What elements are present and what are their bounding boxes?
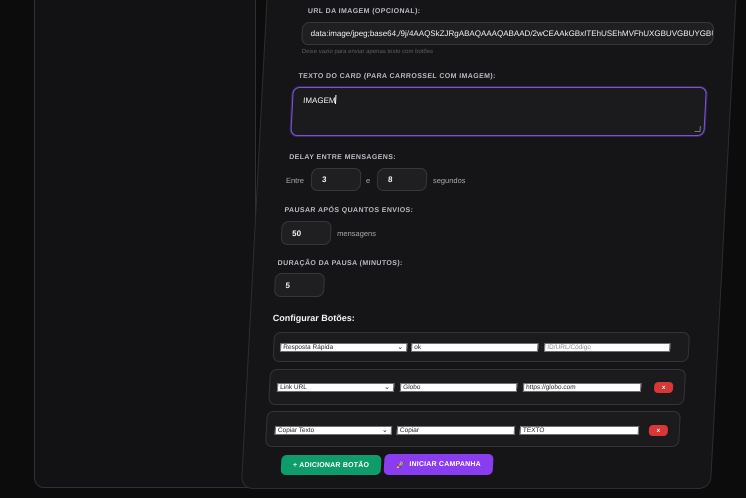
- text-caret: [335, 95, 337, 104]
- button-type-value: Copiar Texto: [277, 427, 315, 434]
- image-url-input[interactable]: data:image/jpeg;base64,/9j/4AAQSkZJRgABA…: [301, 22, 715, 45]
- button-config-row: Link URL ⌄ Globo https://globo.com x: [268, 369, 687, 405]
- button-text-input[interactable]: ok: [410, 343, 539, 352]
- delay-label: DELAY ENTRE MENSAGENS:: [288, 154, 397, 161]
- pause-duration-label: DURAÇÃO DA PAUSA (MINUTOS):: [277, 260, 403, 267]
- side-panel: [34, 0, 256, 488]
- remove-button[interactable]: x: [653, 382, 674, 393]
- button-text-input[interactable]: Copiar: [396, 426, 516, 435]
- chevron-down-icon: ⌄: [384, 384, 391, 391]
- delay-max-input[interactable]: 8: [376, 168, 428, 191]
- button-text-input[interactable]: Globo: [399, 383, 518, 392]
- start-campaign-button[interactable]: 🚀 INICIAR CAMPANHA: [383, 454, 494, 475]
- button-type-select[interactable]: Link URL ⌄: [276, 383, 395, 392]
- card-text-value: IMAGEM: [302, 96, 336, 105]
- chevron-down-icon: ⌄: [381, 427, 389, 434]
- card-text-label: TEXTO DO CARD (PARA CARROSSEL COM IMAGEM…: [298, 73, 496, 80]
- remove-button[interactable]: x: [648, 425, 669, 436]
- image-url-hint: Deixe vazio para enviar apenas texto com…: [301, 49, 434, 55]
- delay-suffix: segundos: [432, 176, 466, 185]
- button-target-input[interactable]: TEXTO: [519, 426, 640, 435]
- rocket-icon: 🚀: [396, 461, 406, 469]
- pause-after-input[interactable]: 50: [280, 221, 332, 245]
- button-type-select[interactable]: Copiar Texto ⌄: [274, 426, 393, 435]
- start-campaign-label: INICIAR CAMPANHA: [409, 461, 481, 468]
- image-url-label: URL DA IMAGEM (OPCIONAL):: [307, 8, 421, 15]
- chevron-down-icon: ⌄: [397, 344, 404, 351]
- pause-after-label: PAUSAR APÓS QUANTOS ENVIOS:: [284, 207, 414, 214]
- button-config-row: Copiar Texto ⌄ Copiar TEXTO x: [265, 411, 681, 447]
- button-type-select[interactable]: Resposta Rápida ⌄: [279, 343, 408, 352]
- pause-after-suffix: mensagens: [336, 229, 377, 238]
- pause-duration-input[interactable]: 5: [273, 273, 326, 297]
- button-type-value: Link URL: [279, 384, 308, 391]
- delay-min-input[interactable]: 3: [310, 168, 362, 191]
- add-button-button[interactable]: + ADICIONAR BOTÃO: [280, 455, 382, 475]
- button-target-input[interactable]: ID/URL/Código: [543, 343, 671, 352]
- configure-buttons-title: Configurar Botões:: [272, 313, 356, 323]
- button-target-input[interactable]: https://globo.com: [522, 383, 642, 392]
- card-text-textarea[interactable]: IMAGEM: [290, 87, 707, 136]
- button-config-row: Resposta Rápida ⌄ ok ID/URL/Código: [272, 332, 691, 362]
- delay-joiner: e: [365, 176, 371, 185]
- button-type-value: Resposta Rápida: [283, 344, 334, 351]
- delay-prefix: Entre: [285, 176, 305, 185]
- resize-grip-icon[interactable]: [694, 126, 701, 132]
- campaign-form-panel: URL DA IMAGEM (OPCIONAL): data:image/jpe…: [240, 0, 739, 489]
